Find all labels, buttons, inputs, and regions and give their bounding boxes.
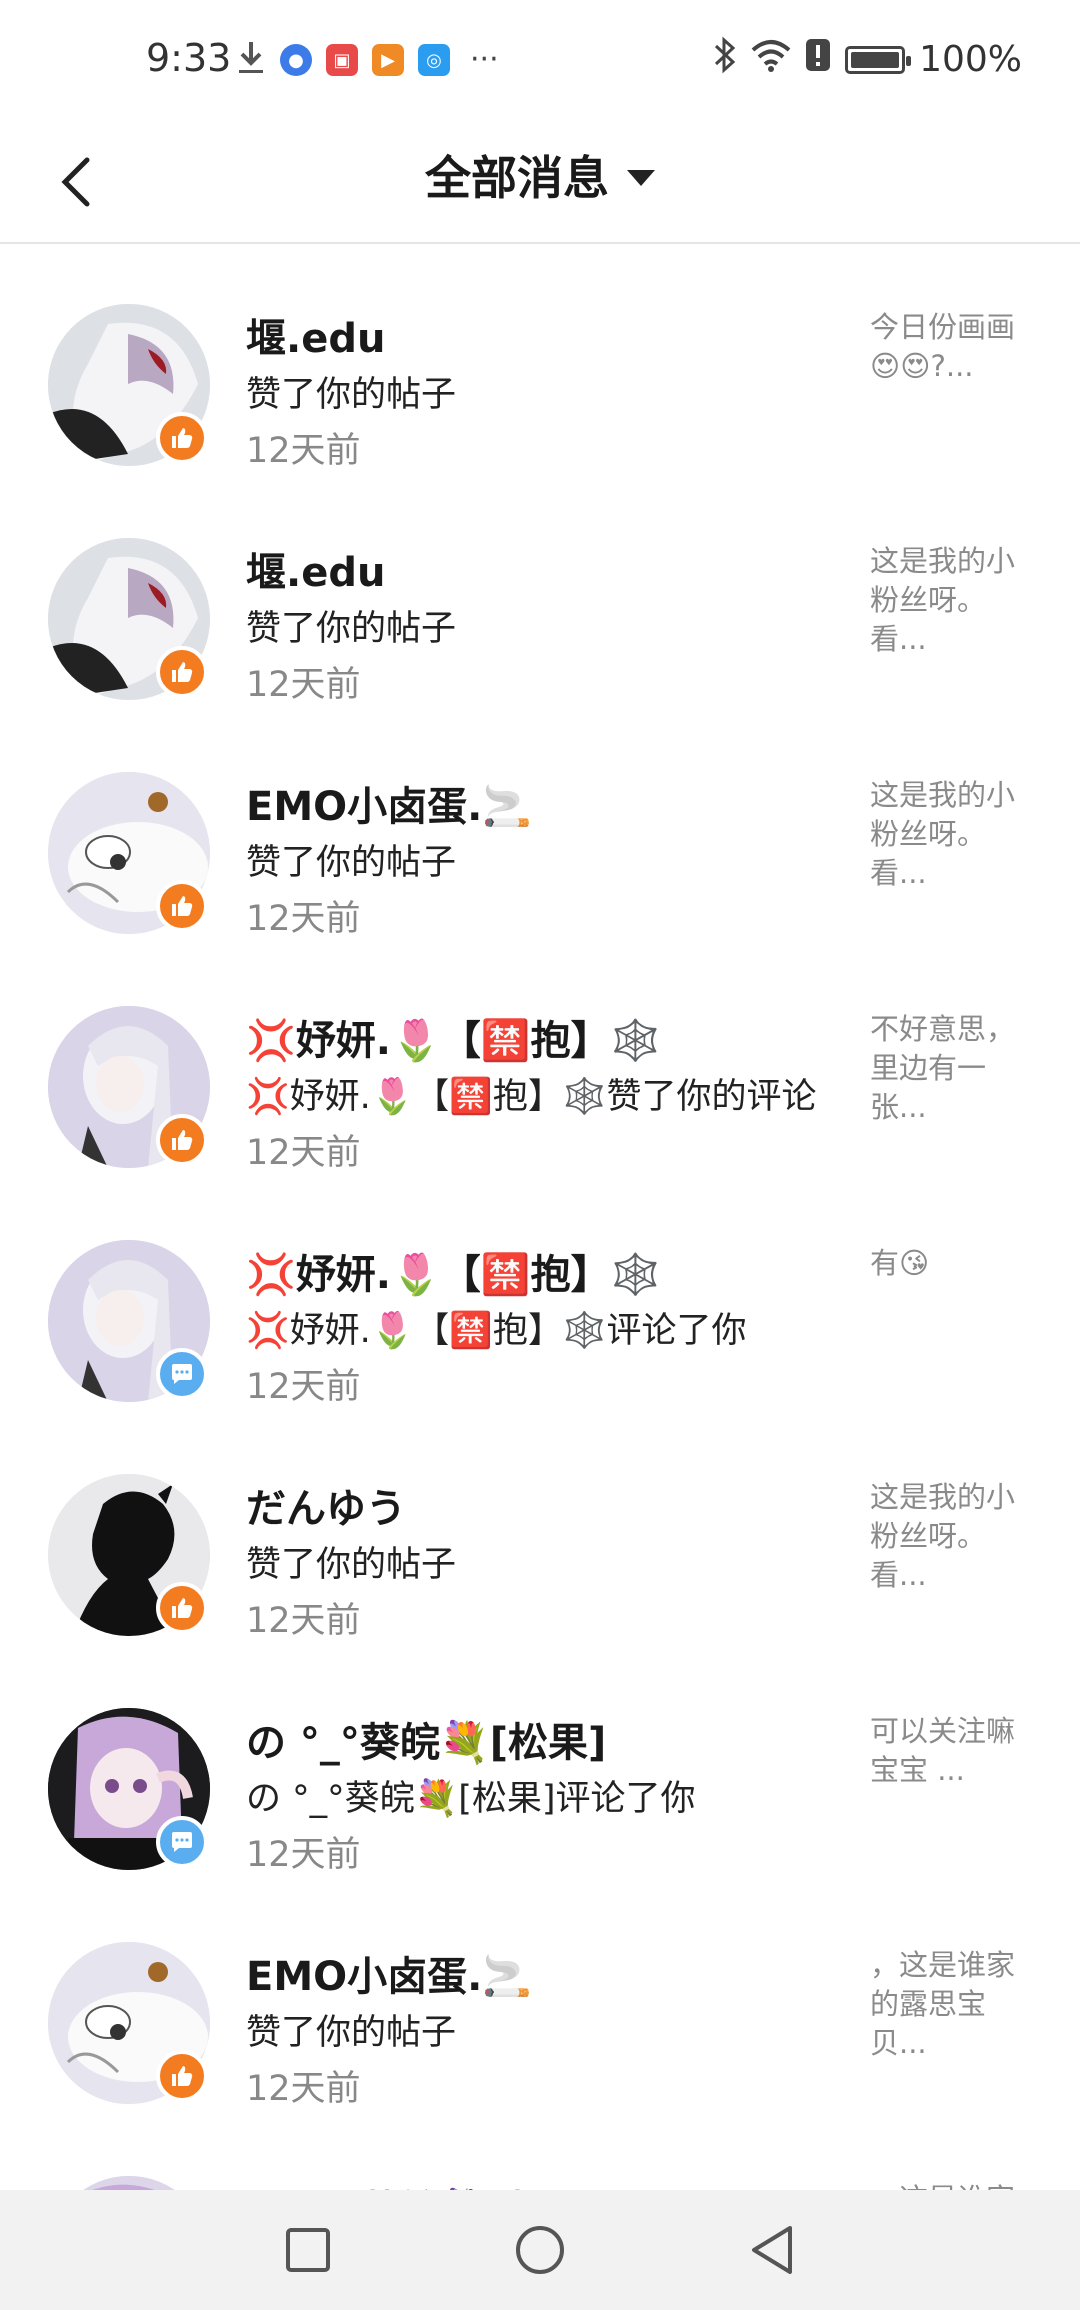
action-text: 赞了你的帖子 [246,609,457,649]
recents-button[interactable] [278,2220,338,2280]
like-badge-icon [156,1582,208,1634]
notification-list: 堰.edu 赞了你的帖子 12天前 今日份画画😍😍?... 堰.edu 赞了你的… [0,246,1080,2238]
sender-name[interactable]: 堰.edu [246,540,385,598]
status-time: 9:33 [146,36,232,80]
timestamp: 12天前 [246,1835,361,1875]
timestamp: 12天前 [246,431,361,471]
browser-icon: ● [280,44,312,76]
sender-name[interactable]: 堰.edu [246,306,385,364]
like-badge-icon [156,880,208,932]
system-back-button[interactable] [742,2220,802,2280]
status-bar: 9:33 ● ▣ ▶ ◎ ··· 100% [0,0,1080,120]
wifi-icon [751,38,791,81]
home-icon [516,2226,564,2274]
sender-name[interactable]: の °_°葵皖💐[松果] [246,1710,606,1768]
action-text: 赞了你的帖子 [246,375,457,415]
action-text: 💢妤妍.🌷【🈲抱】🕸️赞了你的评论 [246,1077,817,1117]
sender-name[interactable]: 💢妤妍.🌷【🈲抱】🕸️ [246,1242,660,1300]
comment-preview[interactable]: 不好意思，里边有一张... [870,1010,1040,1127]
search-app-icon: ◎ [418,44,450,76]
post-preview[interactable]: 今日份画画😍😍?... [870,308,1040,386]
video-app-icon: ▶ [372,44,404,76]
battery-percent: 100% [919,39,1022,80]
comment-badge-icon [156,1816,208,1868]
notification-item[interactable]: 堰.edu 赞了你的帖子 12天前 这是我的小粉丝呀。看... [0,480,1080,714]
alert-icon [805,38,831,81]
comment-preview[interactable]: 有😘 [870,1244,1040,1283]
like-badge-icon [156,646,208,698]
notification-item[interactable]: だんゆう 赞了你的帖子 12天前 这是我的小粉丝呀。看... [0,1416,1080,1650]
sender-name[interactable]: 💢妤妍.🌷【🈲抱】🕸️ [246,1008,660,1066]
notification-item[interactable]: 💢妤妍.🌷【🈲抱】🕸️ 💢妤妍.🌷【🈲抱】🕸️赞了你的评论 12天前 不好意思，… [0,948,1080,1182]
action-text: 赞了你的帖子 [246,843,457,883]
action-text: 赞了你的帖子 [246,2013,457,2053]
timestamp: 12天前 [246,1367,361,1407]
caret-down-icon [627,170,655,186]
reader-app-icon: ▣ [326,44,358,76]
post-preview[interactable]: 这是我的小粉丝呀。看... [870,776,1040,893]
notification-item[interactable]: EMO小卤蛋.🚬 赞了你的帖子 12天前 这是我的小粉丝呀。看... [0,714,1080,948]
notification-item[interactable]: 堰.edu 赞了你的帖子 12天前 今日份画画😍😍?... [0,246,1080,480]
notification-item[interactable]: EMO小卤蛋.🚬 赞了你的帖子 12天前 ，这是谁家的露思宝贝... [0,1884,1080,2118]
like-badge-icon [156,412,208,464]
overflow-indicator: ··· [470,42,499,77]
status-system-icons: 100% [713,36,1022,83]
like-badge-icon [156,1114,208,1166]
action-text: 赞了你的帖子 [246,1545,457,1585]
notification-item[interactable]: 💢妤妍.🌷【🈲抱】🕸️ 💢妤妍.🌷【🈲抱】🕸️评论了你 12天前 有😘 [0,1182,1080,1416]
recents-icon [286,2228,330,2272]
page-title: 全部消息 [425,151,609,205]
bluetooth-icon [713,36,737,83]
timestamp: 12天前 [246,899,361,939]
home-button[interactable] [510,2220,570,2280]
top-app-bar: 全部消息 [0,120,1080,244]
comment-preview[interactable]: 可以关注嘛宝宝 ... [870,1712,1040,1790]
system-navigation-bar [0,2190,1080,2310]
message-filter-dropdown[interactable]: 全部消息 [0,142,1080,208]
download-icon [236,40,266,80]
back-triangle-icon [752,2226,792,2274]
sender-name[interactable]: だんゆう [246,1476,406,1534]
comment-badge-icon [156,1348,208,1400]
battery-icon [845,45,912,74]
timestamp: 12天前 [246,665,361,705]
status-notification-icons: ● ▣ ▶ ◎ ··· [236,40,499,80]
sender-name[interactable]: EMO小卤蛋.🚬 [246,1944,532,2002]
post-preview[interactable]: 这是我的小粉丝呀。看... [870,542,1040,659]
timestamp: 12天前 [246,2069,361,2109]
sender-name[interactable]: EMO小卤蛋.🚬 [246,774,532,832]
timestamp: 12天前 [246,1601,361,1641]
post-preview[interactable]: ，这是谁家的露思宝贝... [870,1946,1040,2063]
notification-item[interactable]: の °_°葵皖💐[松果] の °_°葵皖💐[松果]评论了你 12天前 可以关注嘛… [0,1650,1080,1884]
like-badge-icon [156,2050,208,2102]
action-text: 💢妤妍.🌷【🈲抱】🕸️评论了你 [246,1311,747,1351]
action-text: の °_°葵皖💐[松果]评论了你 [246,1779,696,1819]
post-preview[interactable]: 这是我的小粉丝呀。看... [870,1478,1040,1595]
timestamp: 12天前 [246,1133,361,1173]
